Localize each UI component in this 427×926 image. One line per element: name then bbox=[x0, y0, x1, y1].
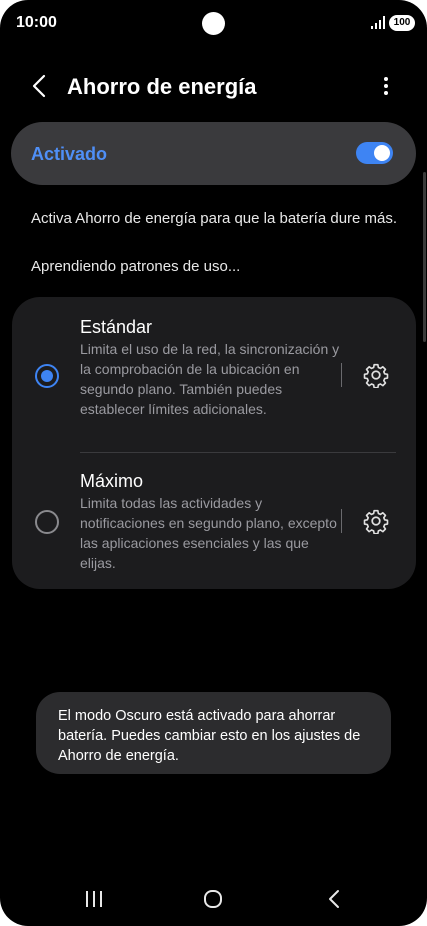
mode-description-standard: Limita el uso de la red, la sincronizaci… bbox=[80, 341, 340, 417]
divider bbox=[341, 363, 342, 387]
mode-option-maximum[interactable]: Máximo Limita todas las actividades y no… bbox=[12, 453, 416, 589]
divider bbox=[341, 509, 342, 533]
status-time: 10:00 bbox=[16, 14, 57, 31]
master-toggle-switch[interactable] bbox=[356, 142, 393, 164]
page-title: Ahorro de energía bbox=[67, 74, 257, 99]
mode-title-maximum: Máximo bbox=[80, 471, 144, 491]
mode-option-standard[interactable]: Estándar Limita el uso de la red, la sin… bbox=[12, 297, 416, 452]
learning-status: Aprendiendo patrones de uso... bbox=[31, 258, 241, 275]
home-icon[interactable] bbox=[203, 889, 223, 909]
radio-standard[interactable] bbox=[35, 364, 59, 388]
switch-knob bbox=[374, 145, 390, 161]
back-icon[interactable] bbox=[326, 889, 342, 909]
toast-message: El modo Oscuro está activado para ahorra… bbox=[36, 692, 391, 774]
feature-description: Activa Ahorro de energía para que la bat… bbox=[31, 210, 398, 227]
camera-cutout bbox=[202, 12, 225, 35]
navigation-bar bbox=[0, 880, 427, 920]
radio-maximum[interactable] bbox=[35, 510, 59, 534]
modes-card: Estándar Limita el uso de la red, la sin… bbox=[12, 297, 416, 589]
master-toggle-row[interactable]: Activado bbox=[11, 122, 416, 185]
more-vert-icon[interactable] bbox=[376, 72, 396, 100]
gear-icon[interactable] bbox=[363, 362, 389, 388]
gear-icon[interactable] bbox=[363, 508, 389, 534]
mode-description-maximum: Limita todas las actividades y notificac… bbox=[80, 495, 337, 571]
app-bar: Ahorro de energía bbox=[0, 64, 427, 110]
chevron-left-icon[interactable] bbox=[26, 72, 54, 100]
master-toggle-label: Activado bbox=[31, 144, 108, 164]
battery-icon: 100 bbox=[389, 15, 415, 31]
recent-apps-icon[interactable] bbox=[84, 890, 104, 908]
signal-icon bbox=[371, 16, 385, 29]
mode-title-standard: Estándar bbox=[80, 317, 153, 337]
status-bar: 10:00 100 bbox=[0, 0, 427, 46]
toast-text: El modo Oscuro está activado para ahorra… bbox=[58, 708, 361, 764]
phone-screen: 10:00 100 Ahorro de energía Activado Act… bbox=[0, 0, 427, 926]
scrollbar[interactable] bbox=[423, 172, 426, 342]
